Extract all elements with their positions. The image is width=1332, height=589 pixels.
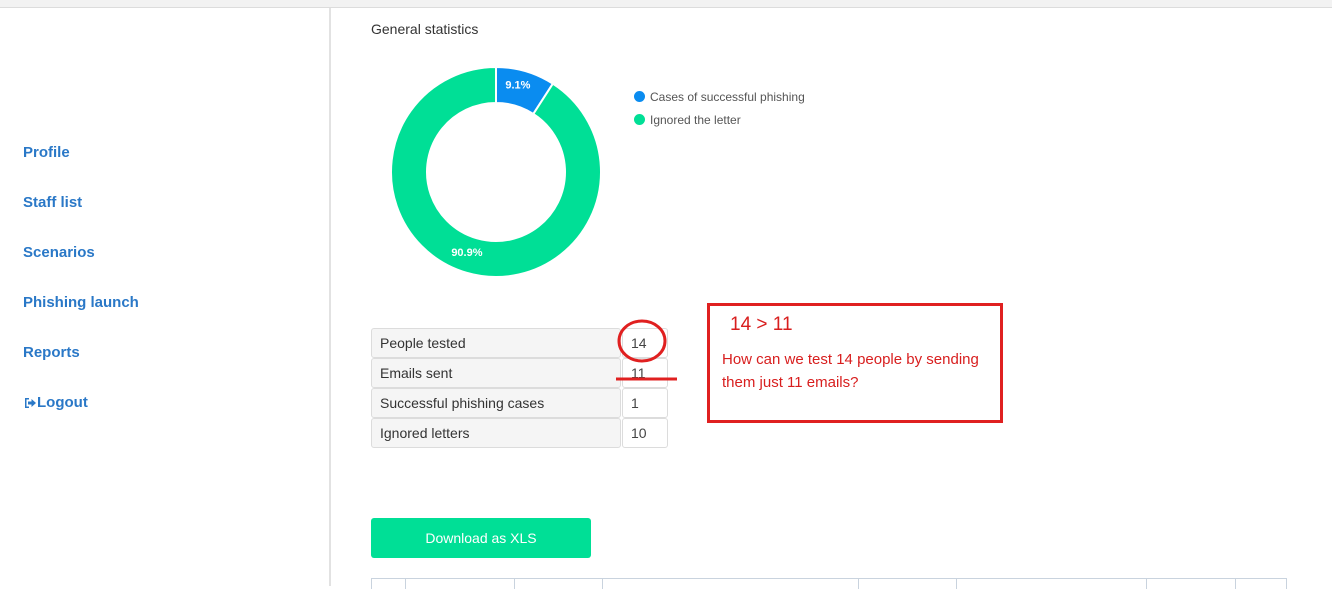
table-column-divider [514,579,515,589]
table-column-divider [602,579,603,589]
stat-value: 10 [622,418,668,448]
sidebar-item-phishing-launch[interactable]: Phishing launch [23,294,139,311]
table-column-divider [1235,579,1236,589]
sidebar-item-reports[interactable]: Reports [23,344,80,361]
sidebar-item-label: Phishing launch [23,294,139,311]
stat-label: Ignored letters [371,418,621,448]
stat-row-ignored-letters: Ignored letters 10 [371,418,668,448]
annotation-text: How can we test 14 people by sending the… [722,351,979,391]
annotation-circle [617,319,667,363]
table-column-divider [956,579,957,589]
sidebar-item-label: Logout [37,394,88,411]
sidebar: Profile Staff list Scenarios Phishing la… [0,8,331,586]
report-table-header [371,578,1287,589]
annotation-box: 14 > 11 How can we test 14 people by sen… [707,303,1003,423]
logout-icon [25,397,36,408]
sidebar-item-label: Reports [23,344,80,361]
sidebar-item-label: Profile [23,144,70,161]
sidebar-item-logout[interactable]: Logout [23,394,88,411]
sidebar-item-staff-list[interactable]: Staff list [23,194,82,211]
table-column-divider [405,579,406,589]
top-bar [0,0,1332,8]
sidebar-item-label: Staff list [23,194,83,211]
annotation-heading: 14 > 11 [730,314,793,335]
table-column-divider [858,579,859,589]
sidebar-item-scenarios[interactable]: Scenarios [23,244,95,261]
main-content: General statistics 9.1% 90.9% Cases of su… [331,8,1332,589]
table-column-divider [1146,579,1147,589]
sidebar-item-profile[interactable]: Profile [23,144,70,161]
sidebar-item-label: Scenarios [23,244,95,261]
download-xls-button[interactable]: Download as XLS [371,518,591,558]
annotation-marks [616,319,677,381]
